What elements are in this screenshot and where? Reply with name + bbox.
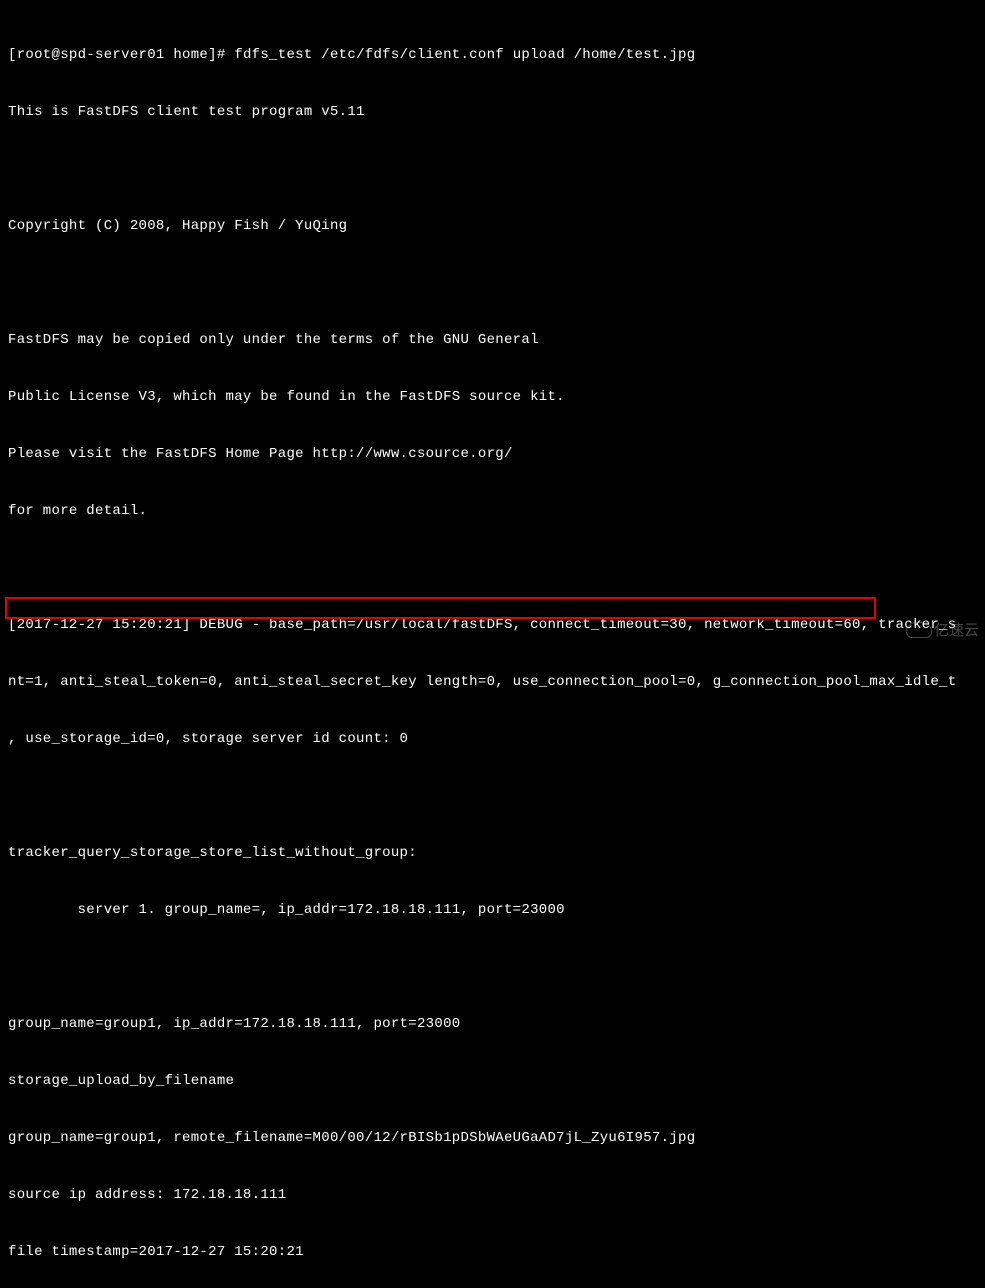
terminal-output[interactable]: [root@spd-server01 home]# fdfs_test /etc… — [0, 0, 985, 1288]
output-line: , use_storage_id=0, storage server id co… — [8, 730, 985, 749]
output-line: group_name=group1, remote_filename=M00/0… — [8, 1129, 985, 1148]
command-text: fdfs_test /etc/fdfs/client.conf upload /… — [234, 47, 695, 63]
output-line: nt=1, anti_steal_token=0, anti_steal_sec… — [8, 673, 985, 692]
watermark-text: 亿速云 — [934, 622, 979, 639]
output-line — [8, 160, 985, 179]
output-line — [8, 787, 985, 806]
output-line: server 1. group_name=, ip_addr=172.18.18… — [8, 901, 985, 920]
output-line: [2017-12-27 15:20:21] DEBUG - base_path=… — [8, 616, 985, 635]
output-line: Please visit the FastDFS Home Page http:… — [8, 445, 985, 464]
output-line: Public License V3, which may be found in… — [8, 388, 985, 407]
output-line — [8, 559, 985, 578]
output-line: source ip address: 172.18.18.111 — [8, 1186, 985, 1205]
output-line — [8, 958, 985, 977]
output-line: storage_upload_by_filename — [8, 1072, 985, 1091]
output-line: This is FastDFS client test program v5.1… — [8, 103, 985, 122]
output-line — [8, 274, 985, 293]
watermark: 亿速云 — [906, 619, 979, 640]
output-line: FastDFS may be copied only under the ter… — [8, 331, 985, 350]
output-line: tracker_query_storage_store_list_without… — [8, 844, 985, 863]
output-line: for more detail. — [8, 502, 985, 521]
output-line: file timestamp=2017-12-27 15:20:21 — [8, 1243, 985, 1262]
command-line: [root@spd-server01 home]# fdfs_test /etc… — [8, 46, 985, 65]
cloud-icon — [906, 622, 932, 638]
output-line: group_name=group1, ip_addr=172.18.18.111… — [8, 1015, 985, 1034]
output-line: Copyright (C) 2008, Happy Fish / YuQing — [8, 217, 985, 236]
shell-prompt: [root@spd-server01 home]# — [8, 47, 234, 63]
